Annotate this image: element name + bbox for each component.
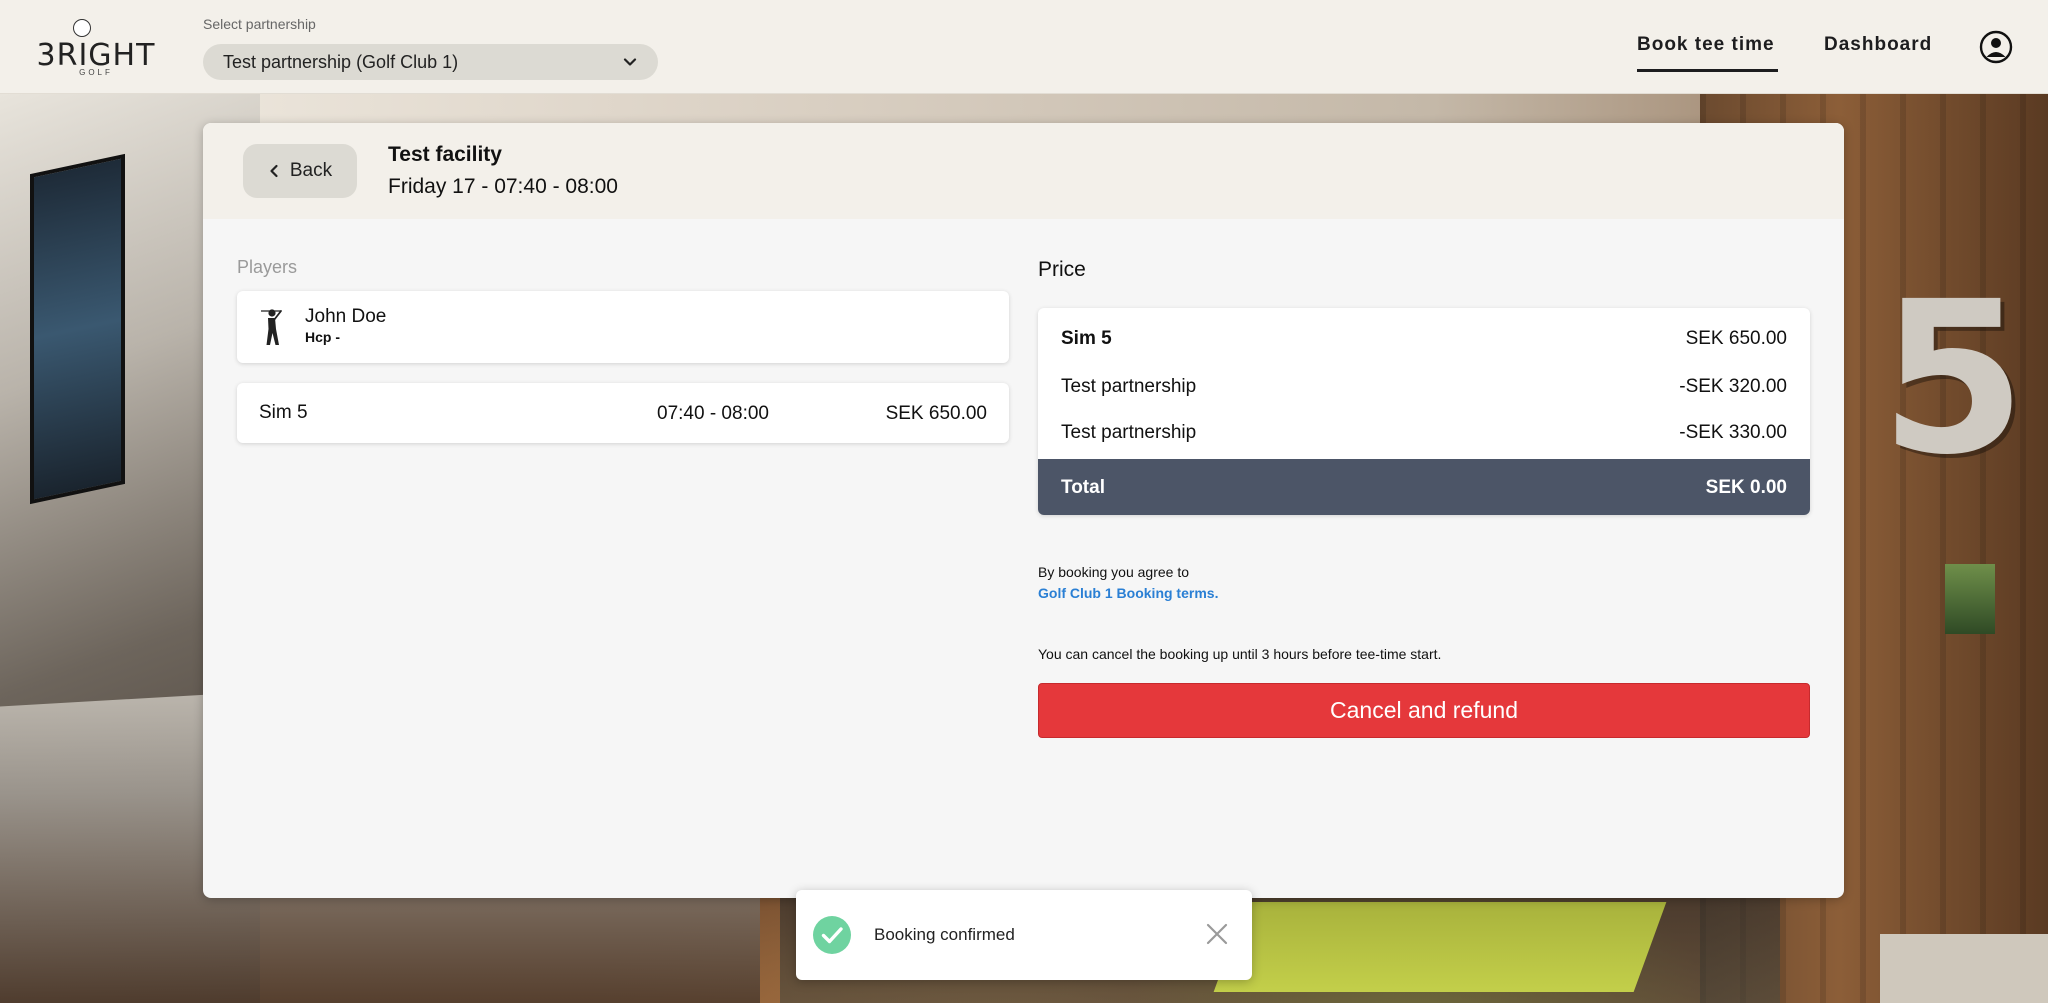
player-name: John Doe — [305, 306, 387, 327]
bg-bay-number: 5 — [1880, 256, 2027, 501]
back-button-label: Back — [289, 160, 333, 181]
price-row: Test partnership -SEK 330.00 — [1038, 410, 1810, 456]
price-row-amount: -SEK 320.00 — [1679, 376, 1787, 397]
nav-dashboard[interactable]: Dashboard — [1824, 34, 1932, 56]
booking-date-time: Friday 17 - 07:40 - 08:00 — [388, 175, 618, 198]
total-label: Total — [1061, 477, 1105, 498]
price-row-amount: SEK 650.00 — [1685, 328, 1787, 349]
nav-active-underline — [1637, 69, 1778, 72]
bg-putting-mat — [1213, 902, 1667, 992]
top-header: 3RIGHT GOLF Select partnership Test part… — [0, 0, 2048, 94]
toast-message: Booking confirmed — [874, 925, 1015, 944]
close-icon[interactable] — [1205, 922, 1229, 946]
sim-price: SEK 650.00 — [885, 403, 987, 424]
partnership-select-label: Select partnership — [203, 16, 316, 32]
success-check-icon — [813, 916, 851, 954]
bright-golf-logo[interactable]: 3RIGHT GOLF — [36, 16, 156, 78]
price-row-label: Test partnership — [1061, 422, 1197, 443]
price-row: Sim 5 SEK 650.00 — [1038, 308, 1810, 354]
price-row-label: Sim 5 — [1061, 328, 1112, 349]
back-button[interactable]: Back — [243, 144, 357, 198]
price-heading: Price — [1038, 258, 1086, 281]
chevron-down-icon — [623, 58, 637, 66]
partnership-select-value: Test partnership (Golf Club 1) — [223, 51, 459, 72]
price-row: Test partnership -SEK 320.00 — [1038, 364, 1810, 410]
price-total-row: Total SEK 0.00 — [1038, 459, 1810, 515]
cancel-and-refund-button[interactable]: Cancel and refund — [1038, 683, 1810, 738]
players-heading: Players — [237, 257, 298, 277]
bg-screen-right — [1945, 564, 1995, 634]
chevron-left-icon — [270, 164, 278, 178]
sim-time: 07:40 - 08:00 — [657, 403, 769, 424]
simulator-booking-row: Sim 5 07:40 - 08:00 SEK 650.00 — [237, 383, 1009, 443]
golfer-icon — [261, 309, 282, 345]
bg-tv-screen — [30, 153, 125, 505]
partnership-select[interactable]: Test partnership (Golf Club 1) — [203, 44, 658, 80]
price-row-label: Test partnership — [1061, 376, 1197, 397]
player-card: John Doe Hcp - — [237, 291, 1009, 363]
booking-terms-link[interactable]: Golf Club 1 Booking terms. — [1038, 585, 1218, 601]
total-amount: SEK 0.00 — [1705, 477, 1787, 498]
nav-book-tee-time[interactable]: Book tee time — [1637, 34, 1775, 56]
terms-text: By booking you agree to — [1038, 564, 1189, 580]
bg-sofa-right — [1880, 934, 2048, 1003]
booking-card-header: Back Test facility Friday 17 - 07:40 - 0… — [203, 123, 1844, 219]
player-handicap: Hcp - — [305, 329, 340, 345]
cancel-policy-text: You can cancel the booking up until 3 ho… — [1038, 646, 1442, 662]
price-summary: Sim 5 SEK 650.00 Test partnership -SEK 3… — [1038, 308, 1810, 515]
booking-card: Back Test facility Friday 17 - 07:40 - 0… — [203, 123, 1844, 898]
sim-name: Sim 5 — [259, 402, 308, 423]
logo-subtitle: GOLF — [79, 68, 113, 77]
golf-ball-icon — [73, 19, 91, 37]
booking-confirmed-toast: Booking confirmed — [796, 890, 1252, 980]
user-account-icon[interactable] — [1979, 30, 2013, 64]
price-row-amount: -SEK 330.00 — [1679, 422, 1787, 443]
facility-name: Test facility — [388, 143, 502, 166]
